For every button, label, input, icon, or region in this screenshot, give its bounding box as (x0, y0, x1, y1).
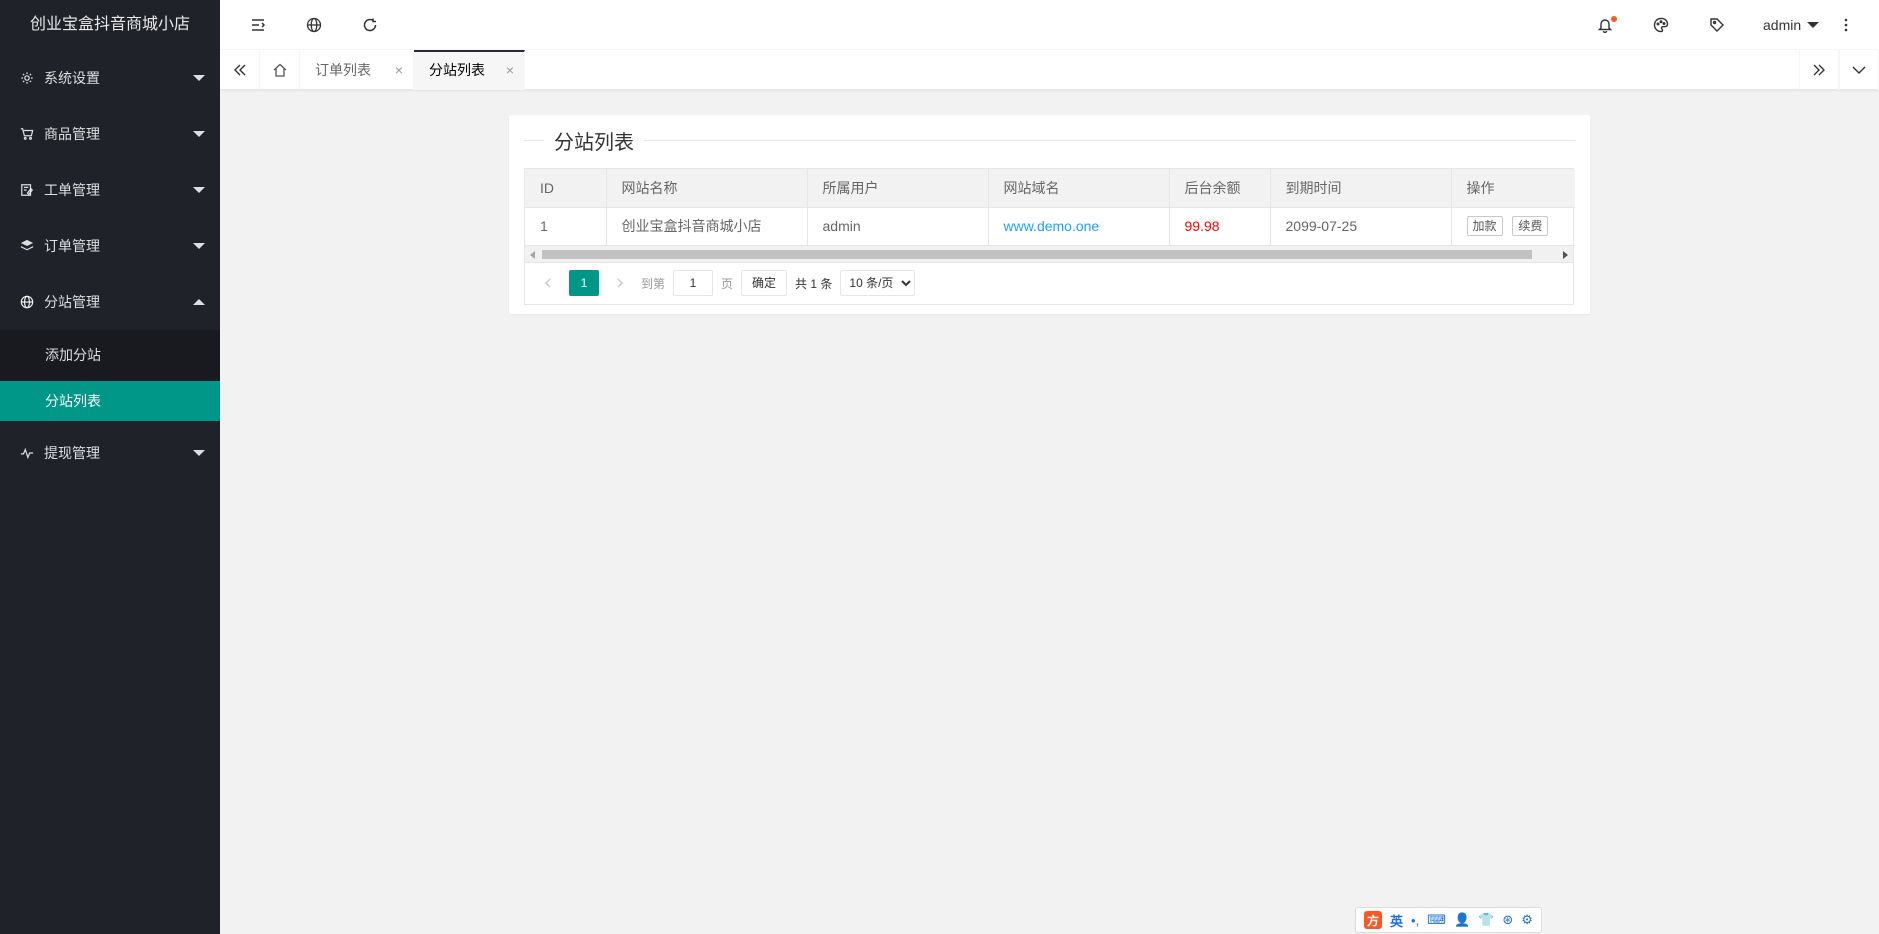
sidebar-item-products[interactable]: 商品管理 (0, 106, 220, 162)
sidebar-item-orders[interactable]: 订单管理 (0, 218, 220, 274)
sidebar-item-label: 商品管理 (44, 126, 100, 142)
chevron-down-icon (193, 131, 205, 137)
column-header-id: ID (525, 169, 607, 208)
user-menu[interactable]: admin (1763, 0, 1820, 50)
layers-icon (20, 239, 34, 253)
gear-icon (20, 71, 34, 85)
username: admin (1763, 17, 1802, 33)
top-header: admin (220, 0, 1879, 50)
goto-label: 到第 (641, 276, 666, 291)
ime-logo[interactable]: 方 (1364, 911, 1382, 929)
scroll-right-icon[interactable] (1563, 250, 1568, 259)
ai-icon[interactable]: ⊛ (1502, 912, 1513, 928)
next-page-icon[interactable] (607, 270, 633, 296)
keyboard-icon[interactable]: ⌨ (1427, 912, 1446, 928)
user-icon[interactable]: 👤 (1454, 912, 1470, 928)
column-header-domain: 网站域名 (988, 169, 1170, 208)
palette-icon[interactable] (1641, 0, 1681, 50)
ticket-icon (20, 183, 34, 197)
renew-button[interactable]: 续费 (1512, 216, 1549, 236)
sidebar-item-tickets[interactable]: 工单管理 (0, 162, 220, 218)
close-icon[interactable]: × (395, 50, 403, 90)
sidebar: 创业宝盒抖音商城小店 系统设置 商品管理 工单管理 订单管理 分站管理 添加分站… (0, 0, 220, 934)
pagination: 1 到第 页 确定 共 1 条 10 条/页 (525, 263, 1573, 304)
bell-icon[interactable] (1585, 0, 1625, 50)
tab-label: 分站列表 (429, 62, 485, 78)
column-header-balance: 后台余额 (1169, 169, 1271, 208)
chevron-down-icon (193, 243, 205, 249)
horizontal-scrollbar[interactable] (525, 245, 1573, 263)
globe-icon (20, 295, 34, 309)
total-count: 共 1 条 (795, 276, 833, 291)
prev-page-icon[interactable] (535, 270, 561, 296)
tab-order-list[interactable]: 订单列表 × (300, 50, 414, 90)
refresh-icon[interactable] (350, 0, 390, 50)
globe-icon[interactable] (294, 0, 334, 50)
notification-dot (1611, 16, 1617, 22)
cell-balance: 99.98 (1169, 207, 1271, 246)
home-icon[interactable] (260, 50, 300, 90)
chevron-down-icon (193, 450, 205, 456)
card-title: 分站列表 (554, 131, 634, 154)
column-header-site-name: 网站名称 (606, 169, 808, 208)
tabs-scroll-right-icon[interactable] (1799, 50, 1839, 90)
page-unit: 页 (721, 276, 734, 291)
sidebar-item-label: 系统设置 (44, 70, 100, 86)
cell-user: admin (807, 207, 989, 246)
close-icon[interactable]: × (506, 52, 514, 88)
column-header-actions: 操作 (1451, 169, 1575, 208)
scroll-left-icon[interactable] (530, 250, 535, 259)
caret-down-icon (1807, 22, 1820, 28)
tab-substation-list[interactable]: 分站列表 × (414, 50, 525, 90)
sidebar-item-label: 订单管理 (44, 238, 100, 254)
tag-icon[interactable] (1697, 0, 1737, 50)
tabs-menu-chevron-down-icon[interactable] (1839, 50, 1879, 90)
table-header-row: ID 网站名称 所属用户 网站域名 后台余额 到期时间 操作 (525, 169, 1575, 208)
add-funds-button[interactable]: 加款 (1466, 216, 1503, 236)
menu-fold-icon[interactable] (238, 0, 278, 50)
tab-label: 订单列表 (315, 62, 371, 78)
skin-icon[interactable]: 👕 (1478, 912, 1494, 928)
sidebar-item-label: 分站管理 (44, 294, 100, 310)
substation-submenu: 添加分站 分站列表 (0, 330, 220, 421)
card-legend: 分站列表 (524, 125, 1575, 155)
cell-domain-link[interactable]: www.demo.one (988, 207, 1170, 246)
settings-icon[interactable]: ⚙ (1521, 912, 1533, 928)
more-icon[interactable] (1833, 0, 1859, 50)
scrollbar-thumb[interactable] (542, 249, 1532, 259)
per-page-select[interactable]: 10 条/页 (840, 270, 916, 296)
cell-actions: 加款 续费 (1451, 207, 1575, 246)
data-table: ID 网站名称 所属用户 网站域名 后台余额 到期时间 操作 1 创业宝盒抖音商… (524, 168, 1575, 305)
sidebar-item-substations[interactable]: 分站管理 (0, 274, 220, 330)
current-page[interactable]: 1 (569, 270, 599, 296)
chevron-down-icon (193, 75, 205, 81)
confirm-button[interactable]: 确定 (741, 270, 788, 296)
sidebar-item-withdrawals[interactable]: 提现管理 (0, 425, 220, 481)
pulse-icon (20, 446, 34, 460)
chevron-down-icon (193, 187, 205, 193)
app-title[interactable]: 创业宝盒抖音商城小店 (0, 0, 220, 50)
column-header-expire: 到期时间 (1270, 169, 1452, 208)
chevron-up-icon (193, 299, 205, 305)
page-input[interactable] (673, 270, 714, 296)
column-header-user: 所属用户 (807, 169, 989, 208)
cell-expire: 2099-07-25 (1270, 207, 1452, 246)
cell-site-name: 创业宝盒抖音商城小店 (606, 207, 808, 246)
cart-icon (20, 127, 34, 141)
sidebar-item-label: 提现管理 (44, 445, 100, 461)
ime-mode[interactable]: 英 (1390, 911, 1403, 930)
tab-bar: 订单列表 × 分站列表 × (220, 50, 1879, 90)
sidebar-subitem-substation-list[interactable]: 分站列表 (0, 381, 220, 421)
punctuation-icon[interactable]: •, (1411, 913, 1419, 928)
sidebar-item-system-settings[interactable]: 系统设置 (0, 50, 220, 106)
tabs-scroll-left-icon[interactable] (220, 50, 260, 90)
cell-id: 1 (525, 207, 607, 246)
table-row: 1 创业宝盒抖音商城小店 admin www.demo.one 99.98 20… (525, 207, 1575, 246)
substation-list-card: 分站列表 ID 网站名称 所属用户 网站域名 后台余额 到期时间 操作 1 创业… (509, 115, 1590, 314)
ime-toolbar: 方 英 •, ⌨ 👤 👕 ⊛ ⚙ (1355, 907, 1542, 933)
sidebar-item-label: 工单管理 (44, 182, 100, 198)
sidebar-subitem-add-substation[interactable]: 添加分站 (0, 330, 220, 380)
